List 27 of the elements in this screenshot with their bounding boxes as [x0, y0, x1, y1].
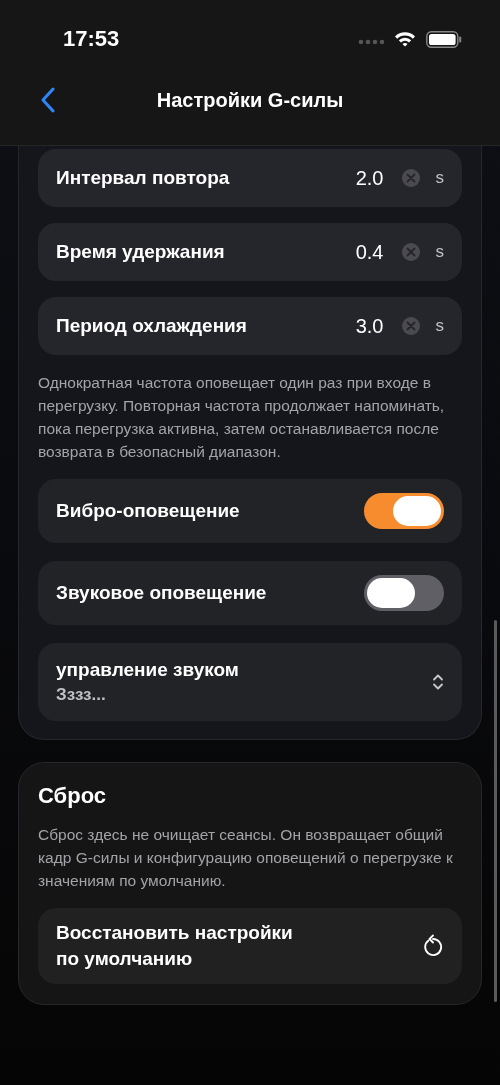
unit-label: s: [435, 316, 444, 336]
picker-value: Зззз...: [56, 685, 107, 705]
battery-icon: [426, 30, 462, 48]
signal-icon: [358, 39, 384, 45]
status-time: 17:53: [63, 26, 120, 52]
wifi-icon: [394, 31, 416, 47]
setting-label: Звуковое оповещение: [56, 582, 268, 604]
number-field[interactable]: Время удержания 0.4 s: [38, 223, 462, 281]
back-button[interactable]: [40, 87, 56, 113]
unit-label: s: [435, 242, 444, 262]
reset-icon: [422, 934, 444, 958]
setting-label: Вибро-оповещение: [56, 500, 241, 522]
unit-label: s: [435, 168, 444, 188]
reset-description: Сброс здесь не очищает сеансы. Он возвращает общий кадр G-силы и конфигурацию оповещений о перегрузке к значениям по умолчанию.: [38, 825, 454, 891]
screen-title: Настройки G-силы: [156, 88, 344, 112]
help-text: Однократная частота оповещает один раз при входе в перегрузку. Повторная частота продолжает напоминать, пока перегрузка активна, затем останавливается после возврата в безопасный диапазон.: [38, 373, 446, 462]
toggle-switch[interactable]: [364, 493, 444, 529]
chevron-up-down-icon[interactable]: [432, 673, 444, 691]
field-value: 3.0: [355, 314, 384, 338]
restore-defaults-button[interactable]: Восстановить настройки по умолчанию: [38, 908, 462, 984]
toggle-switch[interactable]: [364, 575, 444, 611]
section-title: Сброс: [38, 783, 107, 809]
field-value: 0.4: [355, 240, 384, 264]
setting-label: управление звуком: [56, 659, 240, 681]
field-value: 2.0: [355, 166, 384, 190]
number-field[interactable]: Период охлаждения 3.0 s: [38, 297, 462, 355]
number-field[interactable]: Интервал повтора 2.0 s: [38, 149, 462, 207]
